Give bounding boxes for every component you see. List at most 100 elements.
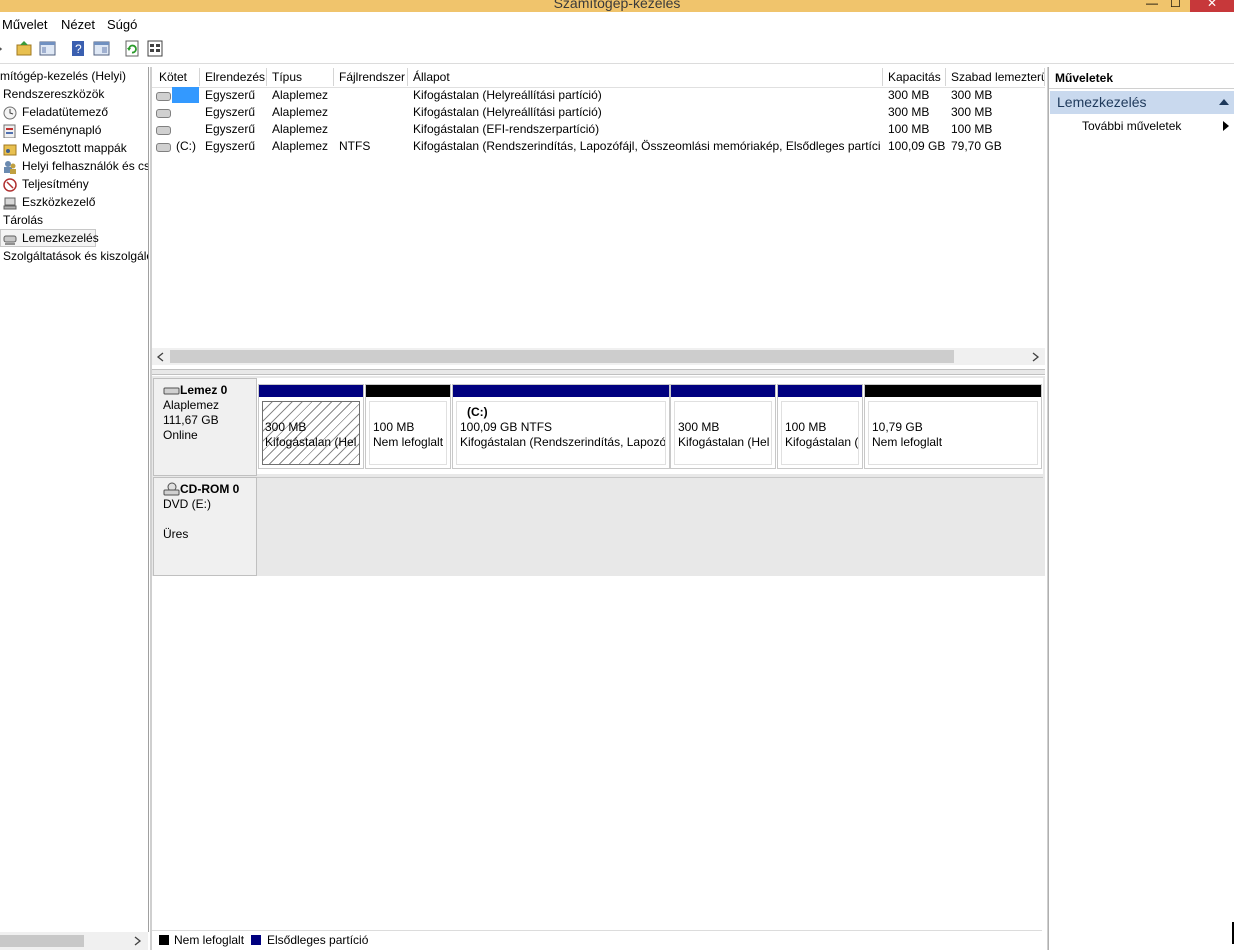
submenu-arrow-icon [1223,121,1229,131]
volume-name-selected[interactable] [172,87,199,103]
actions-section-disk-management[interactable]: Lemezkezelés [1050,91,1234,114]
actions-header: Műveletek [1049,67,1234,89]
col-type[interactable]: Típus [267,68,334,86]
partition-recovery-1[interactable]: 300 MB Kifogástalan (Hel [258,384,364,469]
close-button[interactable]: ✕ [1190,0,1234,12]
row-filesystem: NTFS [339,139,371,153]
row-capacity: 100 MB [888,122,930,136]
partition-unallocated-2[interactable]: 10,79 GB Nem lefoglalt [864,384,1042,469]
row-status: Kifogástalan (Helyreállítási partíció) [413,105,602,119]
tree-system-tools[interactable]: Rendszereszközök [3,87,104,101]
tree-local-users[interactable]: Helyi felhasználók és cs [22,159,148,173]
action-more-actions[interactable]: További műveletek [1082,119,1181,133]
partition-unallocated-1[interactable]: 100 MB Nem lefoglalt [365,384,451,469]
row-free: 300 MB [951,88,993,102]
tree-performance[interactable]: Teljesítmény [22,177,89,191]
help-icon[interactable]: ? [70,40,87,57]
table-row[interactable]: Egyszerű Alaplemez Kifogástalan (EFI-ren… [152,121,1045,138]
row-type: Alaplemez [272,105,329,119]
menu-muvelet[interactable]: Művelet [2,17,48,32]
row-free: 79,70 GB [951,139,1002,153]
volume-icon [156,109,171,118]
svg-text:?: ? [75,42,82,56]
row-capacity: 100,09 GB [888,139,946,153]
tree-device-manager[interactable]: Eszközkezelő [22,195,95,209]
navigation-tree: mítógép-kezelés (Helyi) Rendszereszközök… [0,67,149,932]
partition-status: Kifogástalan ( [785,435,859,449]
partition-recovery-2[interactable]: 300 MB Kifogástalan (Hel [670,384,776,469]
tree-services[interactable]: Szolgáltatások és kiszolgáló [3,249,148,263]
tree-storage[interactable]: Tárolás [3,213,43,227]
tree-event-viewer[interactable]: Eseménynapló [22,123,101,137]
row-capacity: 300 MB [888,88,930,102]
device-manager-icon [3,197,17,210]
shared-folder-icon [3,144,17,156]
collapse-up-icon[interactable] [1219,98,1229,106]
col-volume[interactable]: Kötet [154,68,200,86]
tree-disk-management[interactable]: Lemezkezelés [22,231,99,245]
tree-task-scheduler[interactable]: Feladatütemező [22,105,108,119]
row-volume: (C:) [176,139,196,153]
cdrom0-info-panel[interactable]: CD-ROM 0 DVD (E:) Üres [153,477,257,576]
main-content: Kötet Elrendezés Típus Fájlrendszer Álla… [150,67,1049,950]
partition-size: 10,79 GB [872,420,923,434]
partition-body: 10,79 GB Nem lefoglalt [868,401,1038,465]
partition-bar [259,385,363,397]
partition-body: 100 MB Nem lefoglalt [369,401,447,465]
table-row[interactable]: Egyszerű Alaplemez Kifogástalan (Helyreá… [152,87,1045,104]
properties-icon[interactable] [147,40,164,57]
col-capacity[interactable]: Kapacitás [883,68,946,86]
row-status: Kifogástalan (EFI-rendszerpartíció) [413,122,600,136]
scroll-thumb[interactable] [170,350,954,363]
show-hide-tree-icon[interactable] [39,40,56,57]
partition-bar [453,385,669,397]
col-free-space[interactable]: Szabad lemezterü [946,68,1045,86]
disk-icon [3,235,17,245]
partition-bar [778,385,862,397]
performance-icon [3,178,17,192]
partition-bar [671,385,775,397]
row-type: Alaplemez [272,139,329,153]
tree-root[interactable]: mítógép-kezelés (Helyi) [0,69,126,83]
scroll-right-icon[interactable] [133,936,143,946]
volume-icon [156,92,171,101]
title-bar: Számítógép-kezelés — ☐ ✕ [0,0,1234,12]
partition-size: 300 MB [678,420,720,434]
partition-bar [865,385,1041,397]
col-layout[interactable]: Elrendezés [200,68,267,86]
volume-icon [156,143,171,152]
tree-shared-folders[interactable]: Megosztott mappák [22,141,127,155]
cdrom0-name: CD-ROM 0 [180,482,240,496]
row-free: 300 MB [951,105,993,119]
partition-efi[interactable]: 100 MB Kifogástalan ( [777,384,863,469]
table-row[interactable]: Egyszerű Alaplemez Kifogástalan (Helyreá… [152,104,1045,121]
refresh-icon[interactable] [124,40,141,57]
cdrom0-media-area [257,477,1043,575]
partition-c[interactable]: (C:) 100,09 GB NTFS Kifogástalan (Rendsz… [452,384,670,469]
forward-icon[interactable] [0,40,4,57]
scroll-right-icon[interactable] [1031,352,1041,362]
table-row[interactable]: (C:) Egyszerű Alaplemez NTFS Kifogástala… [152,138,1045,155]
left-horizontal-scrollbar[interactable] [0,932,148,950]
partition-status: Kifogástalan (Hel [265,435,357,449]
menu-sugo[interactable]: Súgó [107,17,137,32]
col-filesystem[interactable]: Fájlrendszer [334,68,408,86]
left-scroll-thumb[interactable] [0,935,84,947]
partition-status: Nem lefoglalt [373,435,444,449]
show-hide-action-pane-icon[interactable] [93,40,110,57]
disk0-info-panel[interactable]: Lemez 0 Alaplemez 111,67 GB Online [153,378,257,476]
partition-body: 300 MB Kifogástalan (Hel [674,401,772,465]
cdrom-icon [163,482,180,496]
up-folder-icon[interactable] [16,40,33,57]
maximize-button[interactable]: ☐ [1170,0,1181,10]
partition-size: 100,09 GB NTFS [460,420,553,434]
scroll-left-icon[interactable] [156,352,166,362]
minimize-button[interactable]: — [1146,0,1158,10]
actions-section-label: Lemezkezelés [1057,94,1147,110]
row-type: Alaplemez [272,88,329,102]
col-status[interactable]: Állapot [408,68,883,86]
volume-list-scrollbar[interactable] [152,348,1045,365]
pane-splitter[interactable] [152,369,1045,375]
menu-nezet[interactable]: Nézet [61,17,95,32]
partition-bar [366,385,450,397]
